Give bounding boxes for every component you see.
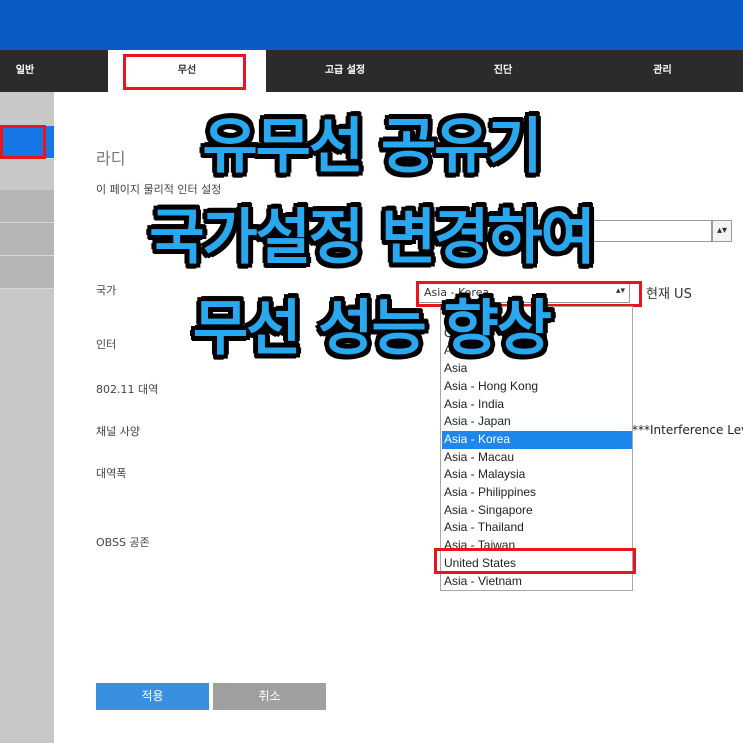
tab-management[interactable]: 관리 [582, 50, 743, 92]
overlay-title-line3: 무선 성능 향상 [193, 294, 552, 364]
tab-general[interactable]: 일반 [0, 50, 50, 92]
dropdown-option[interactable]: Asia - Philippines [442, 484, 632, 502]
band-label: 802.11 대역 [96, 383, 159, 396]
dropdown-option[interactable]: Asia - Singapore [442, 502, 632, 520]
dropdown-option[interactable]: Asia - Japan [442, 413, 632, 431]
overlay-title-line1: 유무선 공유기 [202, 112, 542, 182]
united-states-highlight [434, 548, 636, 574]
wireless-tab-highlight [123, 54, 246, 90]
dropdown-option[interactable]: Asia - Thailand [442, 519, 632, 537]
sidebar [0, 92, 54, 743]
tab-advanced[interactable]: 고급 설정 [266, 50, 424, 92]
main-tab-bar: 일반 무선 고급 설정 진단 관리 [0, 50, 743, 92]
apply-button[interactable]: 적용 [96, 683, 209, 710]
dropdown-option[interactable]: Asia - Macau [442, 449, 632, 467]
overlay-title-line2: 국가설정 변경하여 [149, 203, 596, 273]
dropdown-option[interactable]: Asia - Vietnam [442, 573, 632, 591]
top-header-bar [0, 0, 743, 50]
dropdown-option[interactable]: Asia - Malaysia [442, 466, 632, 484]
page-description: 이 페이지 물리적 인터 설정 [96, 183, 222, 196]
dropdown-option[interactable]: Asia - Hong Kong [442, 378, 632, 396]
bandwidth-label: 대역폭 [96, 467, 127, 480]
dropdown-option-selected[interactable]: Asia - Korea [442, 430, 632, 449]
cancel-button[interactable]: 취소 [213, 683, 326, 710]
interference-text: ***Interference Lev [632, 423, 743, 437]
tab-diagnostics[interactable]: 진단 [424, 50, 582, 92]
channel-label: 채널 사양 [96, 425, 140, 438]
dropdown-option[interactable]: Asia - India [442, 396, 632, 414]
obss-label: OBSS 공존 [96, 536, 150, 549]
